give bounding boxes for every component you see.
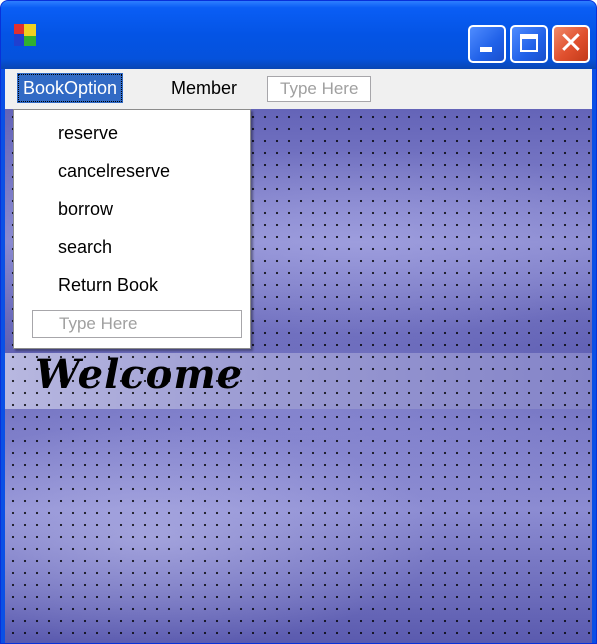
app-window: ✕ Welcome BookOption Member Type Here re…	[0, 0, 597, 644]
menu-item-reserve[interactable]: reserve	[58, 118, 118, 148]
welcome-label: Welcome	[35, 351, 244, 398]
bookoption-dropdown: reserve cancelreserve borrow search Retu…	[13, 109, 251, 349]
maximize-button[interactable]	[510, 25, 548, 63]
dropdown-type-here[interactable]: Type Here	[32, 310, 242, 338]
window-controls: ✕	[468, 25, 590, 63]
menubar-type-here[interactable]: Type Here	[267, 76, 372, 102]
menu-item-borrow[interactable]: borrow	[58, 194, 113, 224]
maximize-icon	[520, 34, 538, 52]
close-button[interactable]: ✕	[552, 25, 590, 63]
app-icon	[14, 24, 36, 46]
menu-bookoption[interactable]: BookOption	[17, 73, 124, 103]
menu-item-cancelreserve[interactable]: cancelreserve	[58, 156, 170, 186]
close-icon: ✕	[558, 26, 584, 61]
minimize-icon	[480, 47, 492, 52]
menu-bar: BookOption Member Type Here	[5, 69, 592, 109]
menu-item-search[interactable]: search	[58, 232, 112, 262]
menu-item-return-book[interactable]: Return Book	[58, 270, 158, 300]
title-bar[interactable]: ✕	[1, 1, 596, 69]
menu-member[interactable]: Member	[165, 73, 243, 103]
minimize-button[interactable]	[468, 25, 506, 63]
